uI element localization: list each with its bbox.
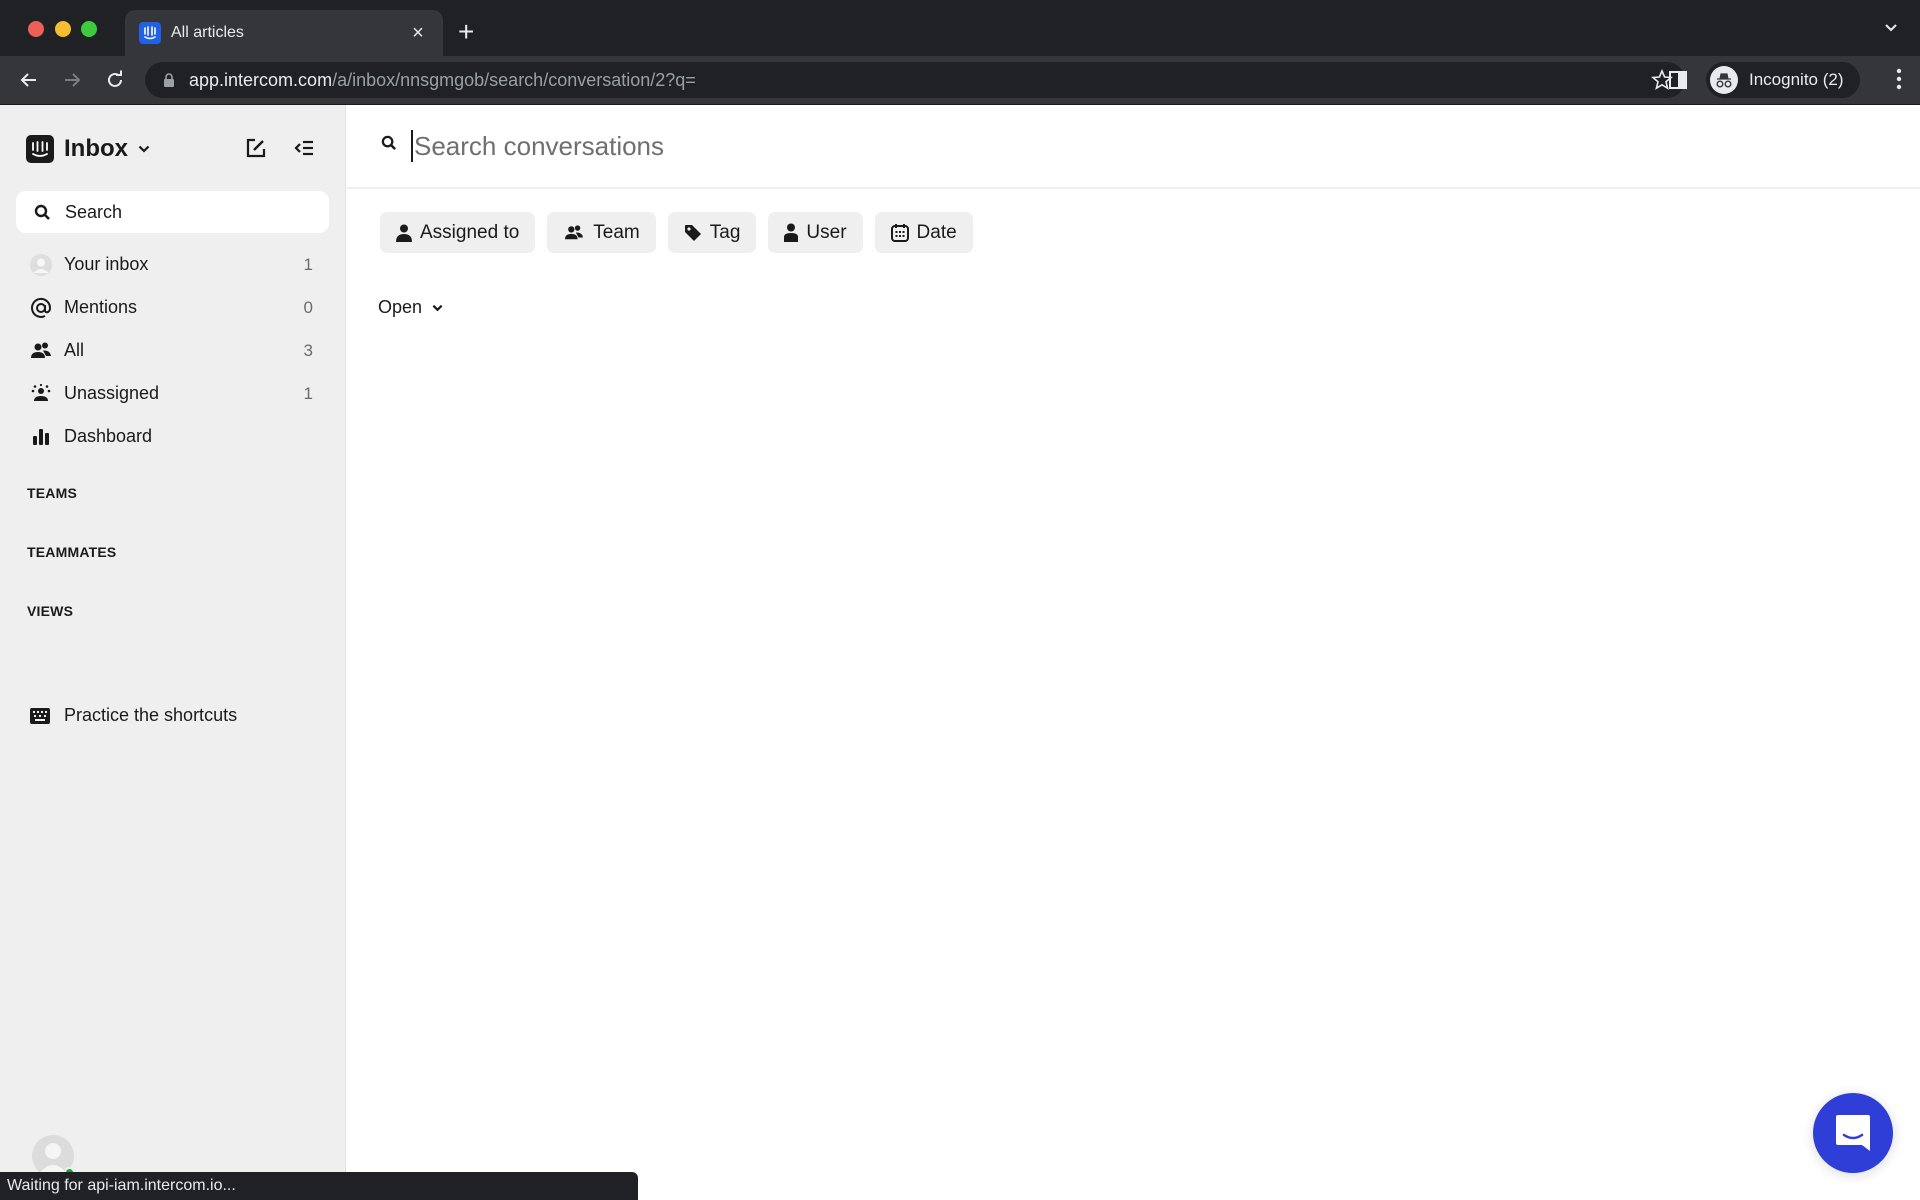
filter-bar: Assigned to Team Tag User Date — [380, 212, 973, 253]
bar-chart-icon — [30, 426, 52, 448]
sidebar-item-mentions[interactable]: Mentions 0 — [16, 286, 329, 329]
tag-icon — [684, 224, 702, 242]
lock-icon — [164, 73, 174, 87]
filter-label: Tag — [709, 221, 741, 243]
team-icon — [563, 224, 585, 242]
filter-label: Date — [916, 221, 957, 243]
filter-tag[interactable]: Tag — [667, 212, 757, 253]
practice-shortcuts-link[interactable]: Practice the shortcuts — [30, 705, 237, 726]
collapse-sidebar-icon[interactable] — [293, 137, 315, 164]
messenger-chat-icon — [1836, 1115, 1870, 1151]
side-panel-icon[interactable] — [1668, 70, 1688, 90]
section-views[interactable]: VIEWS — [27, 603, 73, 619]
filter-team[interactable]: Team — [547, 212, 656, 253]
sidebar-item-count: 3 — [303, 340, 313, 360]
reload-button[interactable] — [101, 66, 129, 94]
sidebar-item-your-inbox[interactable]: Your inbox 1 — [16, 243, 329, 286]
section-teams[interactable]: TEAMS — [27, 485, 77, 501]
filter-user[interactable]: User — [768, 212, 863, 253]
conversation-search-bar — [347, 105, 1920, 189]
chevron-down-icon — [432, 304, 443, 312]
filter-date[interactable]: Date — [874, 212, 973, 253]
intercom-logo-icon — [26, 135, 54, 163]
section-teammates[interactable]: TEAMMATES — [27, 544, 116, 560]
intercom-messenger-launcher[interactable] — [1813, 1093, 1893, 1173]
browser-toolbar: app.intercom.com/a/inbox/nnsgmgob/search… — [0, 56, 1920, 105]
sidebar-header: Inbox — [26, 131, 319, 167]
profile-label: Incognito (2) — [1749, 70, 1844, 89]
reload-icon — [108, 70, 122, 87]
close-window-button[interactable] — [28, 21, 44, 37]
sidebar-nav: Your inbox 1 Mentions 0 All 3 Unassigned… — [16, 243, 329, 458]
filter-label: Assigned to — [420, 221, 520, 243]
sidebar-item-unassigned[interactable]: Unassigned 1 — [16, 372, 329, 415]
browser-titlebar: All articles × + — [0, 0, 1920, 56]
sidebar-title[interactable]: Inbox — [64, 135, 128, 163]
people-icon — [30, 340, 52, 362]
intercom-favicon-icon — [139, 22, 161, 44]
filter-label: User — [806, 221, 847, 243]
inbox-sidebar: Inbox Search Your inbox 1 Mentions 0 All… — [0, 105, 346, 1200]
sidebar-search-button[interactable]: Search — [16, 191, 329, 233]
arrow-right-icon — [65, 73, 81, 87]
sidebar-item-count: 1 — [303, 383, 313, 403]
tab-close-icon[interactable]: × — [407, 22, 429, 45]
sidebar-item-dashboard[interactable]: Dashboard — [16, 415, 329, 458]
filter-label: Team — [593, 221, 640, 243]
incognito-profile-button[interactable]: Incognito (2) — [1706, 62, 1860, 98]
minimize-window-button[interactable] — [55, 21, 71, 37]
status-filter-label: Open — [378, 297, 423, 317]
url-path: /a/inbox/nnsgmgob/search/conversation/2?… — [332, 69, 696, 90]
url-host: app.intercom.com — [189, 69, 333, 90]
avatar-icon — [30, 253, 52, 276]
conversation-search-input[interactable] — [411, 130, 1611, 162]
sidebar-item-all[interactable]: All 3 — [16, 329, 329, 372]
sidebar-item-count: 1 — [303, 254, 313, 274]
filter-assigned-to[interactable]: Assigned to — [380, 212, 536, 253]
browser-tab-active[interactable]: All articles × — [125, 10, 443, 56]
sidebar-item-label: All — [64, 340, 85, 360]
new-tab-button[interactable]: + — [458, 16, 474, 48]
tab-search-chevron-icon[interactable] — [1884, 20, 1898, 38]
address-bar[interactable]: app.intercom.com/a/inbox/nnsgmgob/search… — [145, 62, 1685, 98]
sidebar-item-label: Unassigned — [64, 383, 160, 403]
tab-title: All articles — [171, 24, 244, 41]
sidebar-search-label: Search — [65, 201, 123, 222]
maximize-window-button[interactable] — [81, 21, 97, 37]
browser-status-bar: Waiting for api-iam.intercom.io... — [0, 1172, 638, 1200]
compose-icon[interactable] — [245, 137, 267, 164]
user-icon — [784, 223, 799, 242]
incognito-icon — [1710, 66, 1738, 94]
status-filter-dropdown[interactable]: Open — [378, 297, 443, 318]
search-main: Assigned to Team Tag User Date — [347, 105, 1920, 1200]
sidebar-item-label: Your inbox — [64, 254, 149, 274]
arrow-left-icon — [20, 73, 36, 87]
unassigned-icon — [30, 383, 52, 405]
sidebar-item-count: 0 — [303, 297, 313, 317]
chevron-down-icon[interactable] — [138, 140, 150, 158]
sidebar-item-label: Mentions — [64, 297, 138, 317]
keyboard-icon — [30, 707, 50, 724]
sidebar-item-label: Dashboard — [64, 426, 153, 446]
person-icon — [396, 224, 412, 242]
forward-button[interactable] — [58, 66, 86, 94]
browser-menu-icon[interactable] — [1896, 68, 1902, 95]
calendar-icon — [890, 223, 909, 242]
practice-shortcuts-label: Practice the shortcuts — [64, 705, 238, 725]
search-icon — [381, 135, 397, 151]
search-icon — [34, 204, 51, 221]
back-button[interactable] — [15, 66, 43, 94]
at-icon — [30, 297, 52, 319]
